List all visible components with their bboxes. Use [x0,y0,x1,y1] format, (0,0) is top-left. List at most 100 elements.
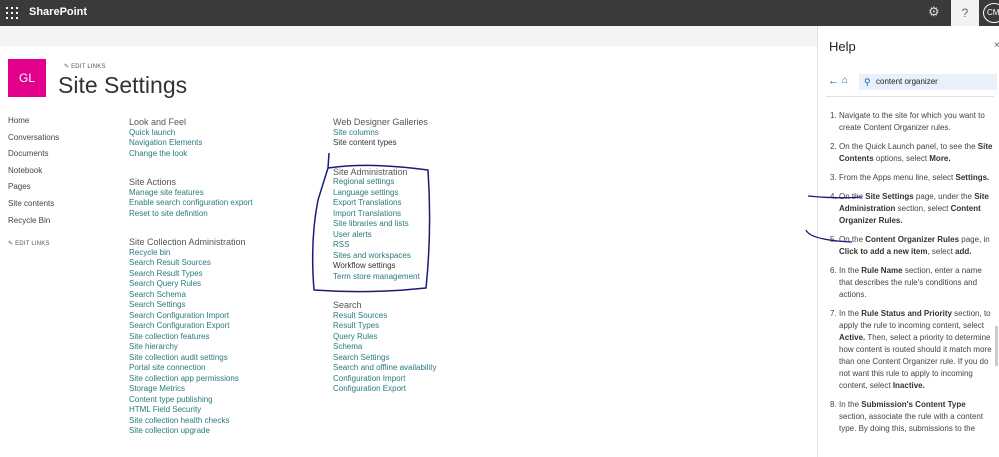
step-text: In the Submission's Content Type section… [839,399,995,435]
link-search-settings[interactable]: Search Settings [129,300,253,311]
link-search-schema[interactable]: Search Schema [129,290,253,301]
link-change-the-look[interactable]: Change the look [129,149,253,160]
site-logo[interactable]: GL [8,59,46,97]
step-text: On the Content Organizer Rules page, in … [839,234,995,258]
link-search-and-offline-availability[interactable]: Search and offline availability [333,363,436,374]
link-import-translations[interactable]: Import Translations [333,209,436,220]
link-search-result-types[interactable]: Search Result Types [129,269,253,280]
step-text: In the Rule Status and Priority section,… [839,308,995,392]
link-site-columns[interactable]: Site columns [333,128,436,139]
link-search-result-sources[interactable]: Search Result Sources [129,258,253,269]
link-html-field-security[interactable]: HTML Field Security [129,405,253,416]
link-storage-metrics[interactable]: Storage Metrics [129,384,253,395]
link-site-collection-audit-settings[interactable]: Site collection audit settings [129,353,253,364]
settings-gear-icon[interactable]: ⚙ [928,4,940,20]
brand-name[interactable]: SharePoint [29,6,87,18]
link-search-configuration-import[interactable]: Search Configuration Import [129,311,253,322]
step-number: 1. [830,111,837,120]
help-step: 5. On the Content Organizer Rules page, i… [830,234,995,258]
command-band [0,26,817,46]
link-manage-site-features[interactable]: Manage site features [129,188,253,199]
help-search-value: content organizer [876,77,938,86]
home-icon[interactable]: ⌂ [842,75,848,86]
step-number: 7. [830,309,837,318]
link-site-collection-health-checks[interactable]: Site collection health checks [129,416,253,427]
step-number: 4. [830,192,837,201]
link-user-alerts[interactable]: User alerts [333,230,436,241]
link-query-rules[interactable]: Query Rules [333,332,436,343]
section-search: Search Result Sources Result Types Query Ru… [333,300,436,395]
nav-item-site-contents[interactable]: Site contents [8,199,59,216]
step-text-part: On the [839,235,866,244]
link-content-type-publishing[interactable]: Content type publishing [129,395,253,406]
step-text-part: On the [839,192,866,201]
nav-item-home[interactable]: Home [8,116,59,133]
close-icon[interactable]: × [994,40,999,51]
link-navigation-elements[interactable]: Navigation Elements [129,138,253,149]
step-text-part: In the [839,309,862,318]
step-emphasis: Click to add a new item [839,247,928,256]
link-workflow-settings[interactable]: Workflow settings [333,261,436,272]
back-arrow-icon[interactable]: ← [828,75,839,87]
link-search-settings[interactable]: Search Settings [333,353,436,364]
link-enable-search-configuration-export[interactable]: Enable search configuration export [129,198,253,209]
section-web-designer-galleries: Web Designer Galleries Site columns Site c… [333,117,436,149]
divider [826,96,994,97]
link-sites-and-workspaces[interactable]: Sites and workspaces [333,251,436,262]
section-site-administration: Site Administration Regional settings Lang… [333,167,436,283]
link-recycle-bin[interactable]: Recycle bin [129,248,253,259]
nav-item-recycle-bin[interactable]: Recycle Bin [8,216,59,233]
link-search-query-rules[interactable]: Search Query Rules [129,279,253,290]
step-emphasis: add. [955,247,972,256]
link-quick-launch[interactable]: Quick launch [129,128,253,139]
link-site-collection-app-permissions[interactable]: Site collection app permissions [129,374,253,385]
help-step: 1. Navigate to the site for which you wan… [830,110,995,134]
link-result-types[interactable]: Result Types [333,321,436,332]
edit-links-top[interactable]: ✎ EDIT LINKS [64,63,106,70]
link-export-translations[interactable]: Export Translations [333,198,436,209]
link-configuration-export[interactable]: Configuration Export [333,384,436,395]
link-schema[interactable]: Schema [333,342,436,353]
link-term-store-management[interactable]: Term store management [333,272,436,283]
edit-links-label: EDIT LINKS [15,241,50,247]
link-site-collection-upgrade[interactable]: Site collection upgrade [129,426,253,437]
step-emphasis: Settings. [955,173,990,182]
section-heading: Search [333,300,362,310]
link-portal-site-connection[interactable]: Portal site connection [129,363,253,374]
edit-links-nav[interactable]: ✎ EDIT LINKS [8,240,50,247]
help-step: 2. On the Quick Launch panel, to see the … [830,141,995,165]
settings-column-2: Web Designer Galleries Site columns Site c… [333,117,436,413]
link-reset-to-site-definition[interactable]: Reset to site definition [129,209,253,220]
link-site-content-types[interactable]: Site content types [333,138,436,149]
step-text-part: section, select [895,204,951,213]
app-launcher-icon[interactable] [6,7,18,19]
step-text-part: In the [839,266,862,275]
step-text-part: page, in [959,235,990,244]
link-configuration-import[interactable]: Configuration Import [333,374,436,385]
suite-bar: SharePoint ⚙ ? CM [0,0,999,26]
step-text: In the Rule Name section, enter a name t… [839,265,995,301]
scrollbar[interactable] [995,326,998,366]
help-button[interactable]: ? [951,0,979,26]
section-heading: Look and Feel [129,117,187,127]
section-heading: Web Designer Galleries [333,117,428,127]
edit-links-label: EDIT LINKS [71,64,106,70]
nav-item-pages[interactable]: Pages [8,182,59,199]
step-emphasis: Inactive. [892,381,925,390]
link-regional-settings[interactable]: Regional settings [333,177,436,188]
link-site-libraries-and-lists[interactable]: Site libraries and lists [333,219,436,230]
link-site-collection-features[interactable]: Site collection features [129,332,253,343]
link-site-hierarchy[interactable]: Site hierarchy [129,342,253,353]
help-search-input[interactable]: ⚲ content organizer [859,74,997,90]
link-language-settings[interactable]: Language settings [333,188,436,199]
link-search-configuration-export[interactable]: Search Configuration Export [129,321,253,332]
user-avatar[interactable]: CM [983,3,999,23]
link-rss[interactable]: RSS [333,240,436,251]
nav-item-conversations[interactable]: Conversations [8,133,59,150]
help-panel: Help × ← ⌂ ⚲ content organizer 1. Navigat… [817,26,999,457]
nav-item-notebook[interactable]: Notebook [8,166,59,183]
step-text: On the Site Settings page, under the Sit… [839,191,995,227]
link-result-sources[interactable]: Result Sources [333,311,436,322]
step-emphasis: Submission's Content Type [861,400,966,409]
nav-item-documents[interactable]: Documents [8,149,59,166]
